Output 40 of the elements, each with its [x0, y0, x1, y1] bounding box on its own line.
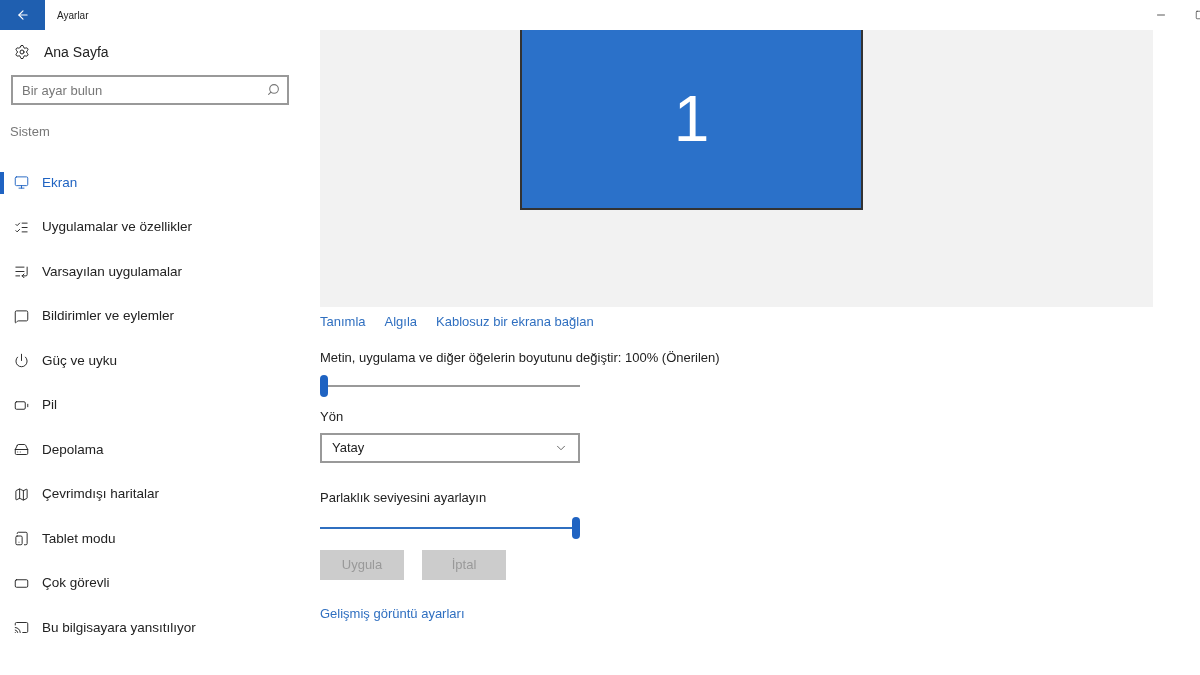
nav-item[interactable]: Uygulamalar ve özellikler — [0, 205, 300, 250]
section-heading: Sistem — [10, 123, 50, 141]
monitor-icon — [14, 175, 29, 191]
slider-thumb[interactable] — [572, 516, 580, 539]
drive-icon — [14, 442, 29, 458]
search-icon — [267, 83, 280, 96]
cast-icon — [14, 620, 29, 636]
orientation-dropdown[interactable]: Yatay — [320, 433, 580, 463]
list-icon — [14, 264, 29, 280]
nav-item[interactable]: Depolama — [0, 427, 300, 472]
nav-item[interactable]: Varsayılan uygulamalar — [0, 249, 300, 294]
scale-label: Metin, uygulama ve diğer öğelerin boyutunu değiştir: 100% (Önerilen) — [320, 349, 720, 367]
nav-item[interactable]: Bildirimler ve eylemler — [0, 294, 300, 339]
nav-item[interactable]: Tablet modu — [0, 516, 300, 561]
settings-icon — [14, 44, 30, 60]
nav-item[interactable]: Pil — [0, 383, 300, 428]
window-title: Ayarlar — [57, 8, 89, 23]
monitor-tile[interactable]: 1 — [520, 30, 863, 210]
nav-item[interactable]: Güç ve uyku — [0, 338, 300, 383]
link[interactable]: Tanımla — [320, 312, 366, 332]
slider[interactable] — [320, 374, 580, 397]
home-link[interactable]: Ana Sayfa — [44, 41, 109, 63]
nav-item[interactable]: Çok görevli — [0, 561, 300, 606]
speech-bubble-icon — [14, 308, 29, 324]
brightness-label: Parlaklık seviyesini ayarlayın — [320, 489, 487, 507]
orientation-label: Yön — [320, 407, 344, 426]
list-icon — [14, 219, 29, 235]
slider-thumb[interactable] — [320, 374, 328, 397]
nav-item[interactable]: Çevrimdışı haritalar — [0, 472, 300, 517]
search-field[interactable]: Bir ayar bulun — [11, 75, 289, 105]
advanced-settings-link[interactable]: Gelişmiş görüntü ayarları — [320, 603, 465, 623]
link[interactable]: Algıla — [384, 312, 418, 332]
tablet-icon — [14, 531, 29, 547]
slider[interactable] — [320, 516, 580, 539]
map-icon — [14, 486, 29, 502]
back-button[interactable] — [0, 0, 45, 30]
power-icon — [14, 353, 29, 369]
link[interactable]: Kablosuz bir ekrana bağlan — [436, 312, 594, 332]
nav-item[interactable]: Ekran — [0, 160, 300, 205]
nav-item[interactable]: Bu bilgisayara yansıtılıyor — [0, 605, 300, 650]
